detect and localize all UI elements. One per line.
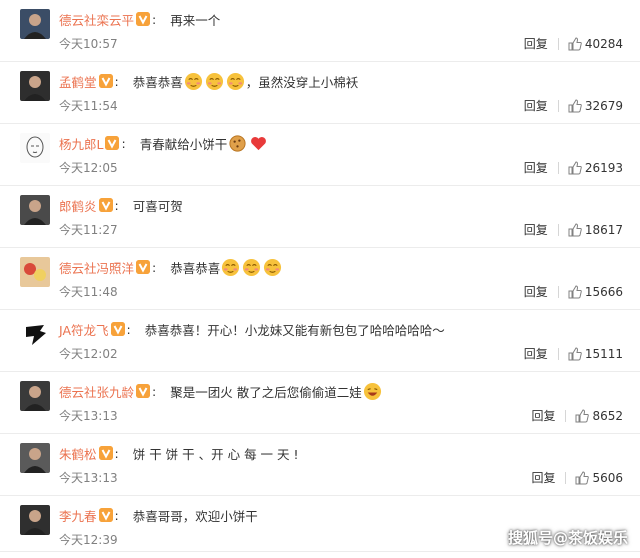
divider [557,347,559,360]
comment-item: 德云社冯照洋 : 恭喜恭喜 今天11:48 回复 15666 [0,248,640,310]
reply-button[interactable]: 回复 [524,283,548,300]
comment-list: 德云社栾云平 : 再来一个 今天10:57 回复 40284 孟鹤堂 : 恭喜恭… [0,0,640,552]
cookie-emoji-icon [228,134,247,153]
comment-item: 郎鹤炎 : 可喜可贺 今天11:27 回复 18617 [0,186,640,248]
like-thumb-icon[interactable] [568,160,582,175]
like-thumb-icon[interactable] [568,36,582,51]
like-count: 18617 [584,222,623,237]
reply-button[interactable]: 回复 [531,469,555,486]
comment-time: 今天12:05 [59,161,118,175]
username-link[interactable]: JA符龙飞 [59,320,109,339]
comment-item: 德云社张九龄 : 聚是一团火 散了之后您偷偷道二娃 今天13:13 回复 865… [0,372,640,434]
laugh-emoji-icon [363,382,382,401]
divider [557,285,559,298]
reply-button[interactable]: 回复 [524,35,548,52]
like-count: 26193 [584,160,623,175]
username-link[interactable]: 德云社栾云平 [59,10,134,29]
avatar[interactable] [20,9,50,39]
like-thumb-icon[interactable] [568,222,582,237]
comment-item: 孟鹤堂 : 恭喜恭喜 ，虽然没穿上小棉袄 今天11:54 回复 32679 [0,62,640,124]
verified-badge-icon [110,322,125,336]
username-link[interactable]: 杨九郎L [59,134,103,153]
avatar[interactable] [20,381,50,411]
divider [557,99,559,112]
avatar[interactable] [20,195,50,225]
watermark: 搜狐号@茶饭娱乐 [507,529,628,547]
comment-text-after: ，虽然没穿上小棉袄 [245,74,359,90]
comment-item: JA符龙飞 : 恭喜恭喜！开心！小龙妹又能有新包包了哈哈哈哈哈～ 今天12:02… [0,310,640,372]
username-link[interactable]: 朱鹤松 [59,444,97,463]
comment-time: 今天13:13 [59,409,118,423]
verified-badge-icon [98,74,113,88]
blush-emoji-icon [263,258,282,277]
blush-emoji-icon [242,258,261,277]
comment-item: 德云社栾云平 : 再来一个 今天10:57 回复 40284 [0,0,640,62]
comment-text: 恭喜恭喜 [132,74,183,90]
like-thumb-icon[interactable] [568,346,582,361]
comment-text: 青春献给小饼干 [139,136,228,152]
blush-emoji-icon [205,72,224,91]
comment-text: 聚是一团火 散了之后您偷偷道二娃 [170,384,362,400]
reply-button[interactable]: 回复 [531,407,555,424]
like-count: 15666 [584,284,623,299]
username-link[interactable]: 孟鹤堂 [59,72,97,91]
divider [565,409,567,422]
avatar[interactable] [20,319,50,349]
avatar[interactable] [20,443,50,473]
comment-time: 今天10:57 [59,37,118,51]
like-count: 5606 [592,470,623,485]
verified-badge-icon [136,260,151,274]
verified-badge-icon [105,136,120,150]
avatar[interactable] [20,71,50,101]
divider [557,161,559,174]
like-count: 32679 [584,98,623,113]
divider [565,471,567,484]
comment-text: 可喜可贺 [132,198,183,214]
blush-emoji-icon [184,72,203,91]
comment-time: 今天12:39 [59,533,118,547]
like-thumb-icon[interactable] [568,284,582,299]
comment-time: 今天11:54 [59,99,118,113]
like-thumb-icon[interactable] [575,470,590,485]
username-link[interactable]: 李九春 [59,506,97,525]
comment-text: 饼 干 饼 干 、开 心 每 一 天 ! [132,446,299,462]
reply-button[interactable]: 回复 [524,159,548,176]
avatar[interactable] [20,505,50,535]
comment-item: 朱鹤松 : 饼 干 饼 干 、开 心 每 一 天 ! 今天13:13 回复 56… [0,434,640,496]
blush-emoji-icon [226,72,245,91]
verified-badge-icon [98,198,113,212]
verified-badge-icon [98,508,113,522]
username-link[interactable]: 德云社冯照洋 [59,258,134,277]
comment-text: 恭喜哥哥，欢迎小饼干 [132,508,258,524]
verified-badge-icon [136,12,151,26]
reply-button[interactable]: 回复 [524,221,548,238]
reply-button[interactable]: 回复 [524,97,548,114]
divider [557,37,559,50]
verified-badge-icon [98,446,113,460]
heart-emoji-icon [249,134,268,153]
username-link[interactable]: 德云社张九龄 [59,382,134,401]
avatar[interactable] [20,257,50,287]
avatar[interactable] [20,133,50,163]
like-count: 40284 [584,36,623,51]
comment-time: 今天13:13 [59,471,118,485]
comment-time: 今天11:27 [59,223,118,237]
like-count: 8652 [592,408,623,423]
comment-text: 恭喜恭喜！开心！小龙妹又能有新包包了哈哈哈哈哈～ [144,322,445,338]
comment-text: 恭喜恭喜 [170,260,221,276]
blush-emoji-icon [221,258,240,277]
divider [557,223,559,236]
like-count: 15111 [584,346,623,361]
comment-time: 今天11:48 [59,285,118,299]
comment-item: 杨九郎L : 青春献给小饼干 今天12:05 回复 26193 [0,124,640,186]
comment-text: 再来一个 [170,12,221,28]
like-thumb-icon[interactable] [568,98,582,113]
comment-time: 今天12:02 [59,347,118,361]
username-link[interactable]: 郎鹤炎 [59,196,97,215]
reply-button[interactable]: 回复 [524,345,548,362]
verified-badge-icon [136,384,151,398]
like-thumb-icon[interactable] [575,408,590,423]
